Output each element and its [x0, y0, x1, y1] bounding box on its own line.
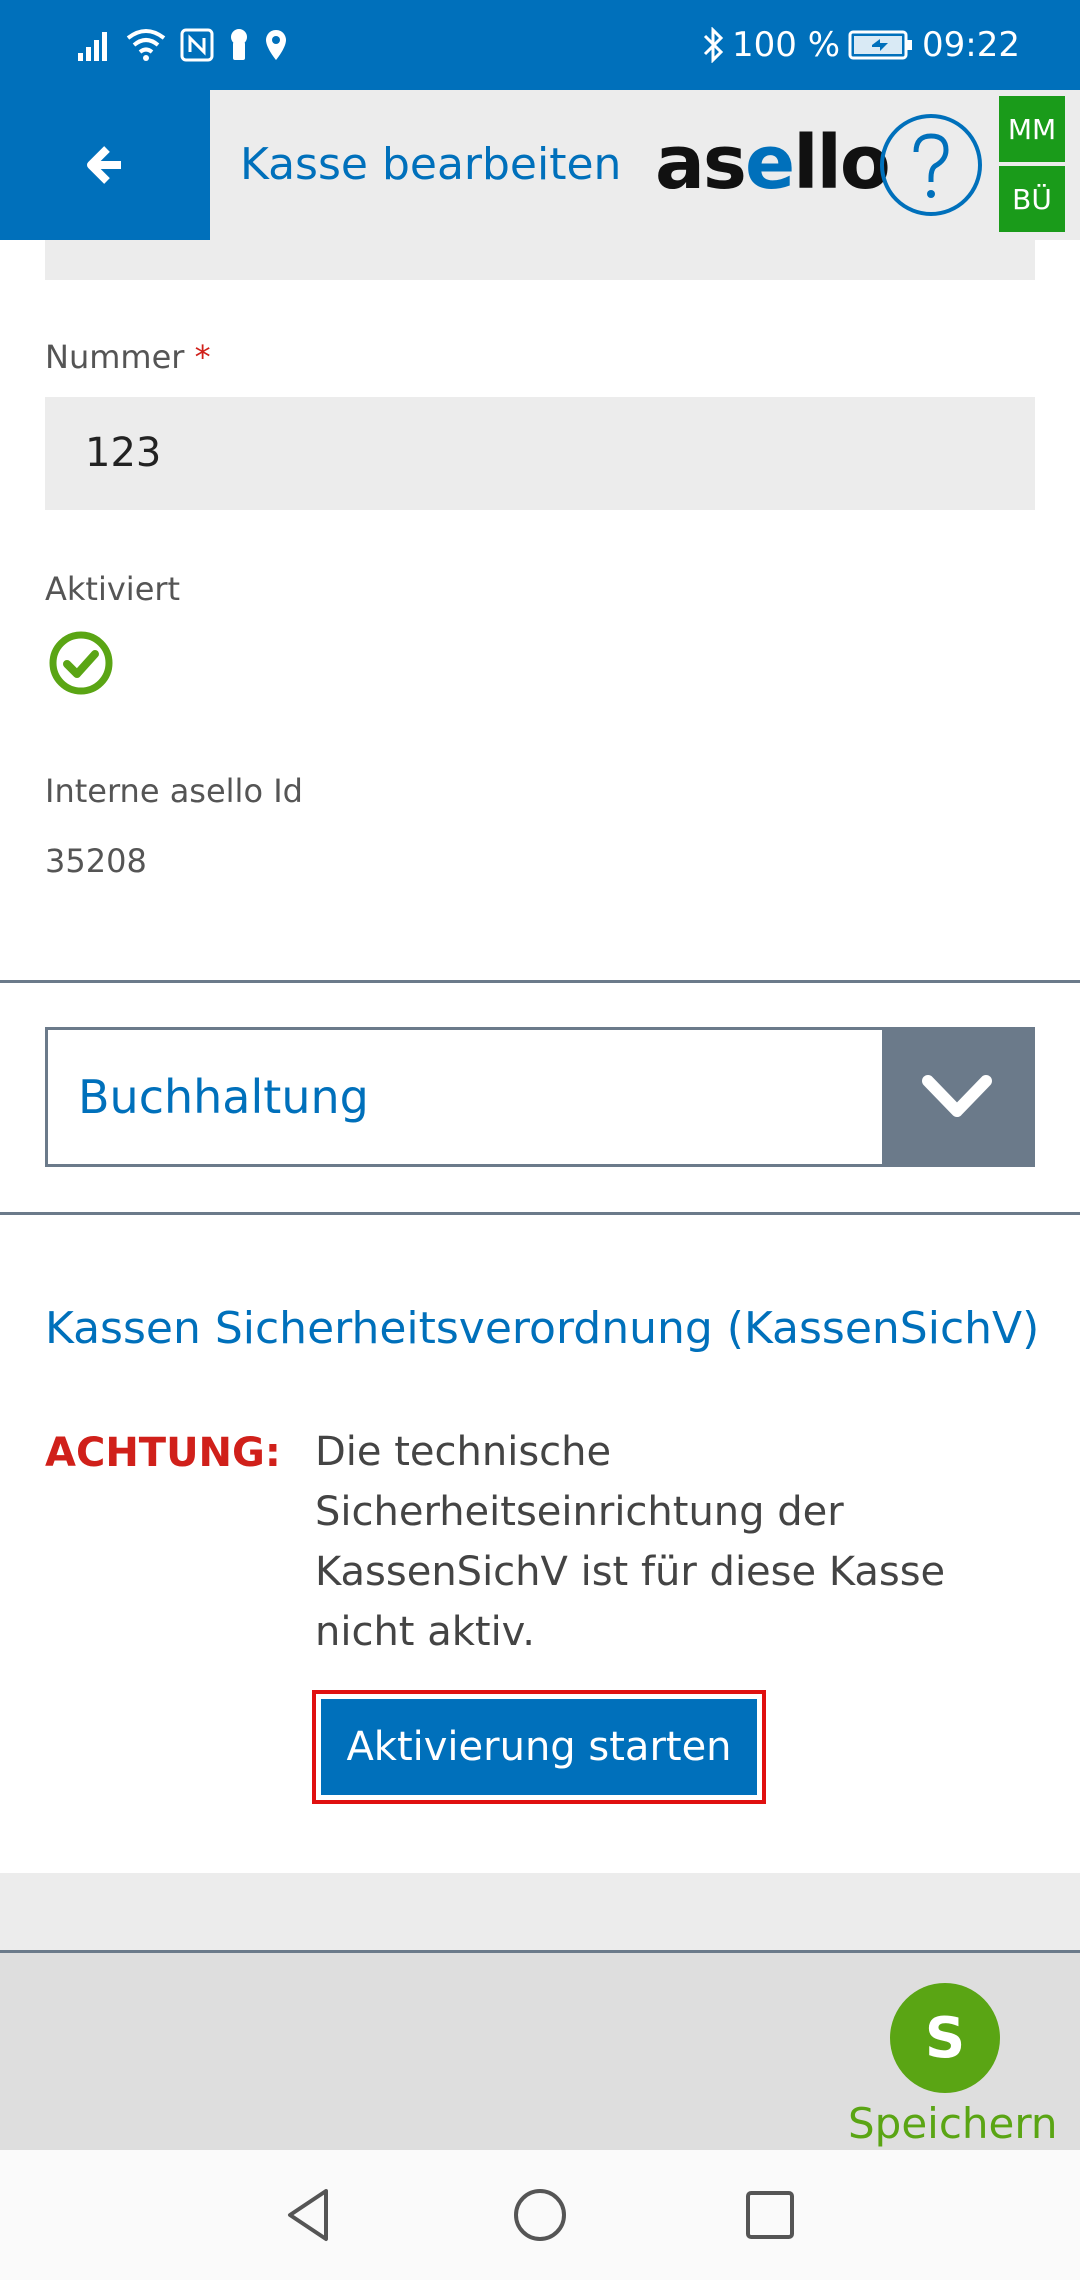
divider — [0, 1212, 1080, 1215]
nummer-label-text: Nummer — [45, 338, 185, 376]
nummer-input[interactable]: 123 — [45, 397, 1035, 510]
battery-icon — [848, 30, 913, 60]
asello-logo: asello — [655, 120, 891, 206]
wifi-icon — [126, 29, 166, 61]
kassensichv-title: Kassen Sicherheitsverordnung (KassenSich… — [45, 1303, 1040, 1354]
bottom-action-bar: S Speichern — [0, 1950, 1080, 2153]
help-icon[interactable] — [878, 112, 984, 218]
required-marker: * — [194, 338, 211, 376]
page-title: Kasse bearbeiten — [240, 139, 622, 190]
status-bar: 100 % 09:22 — [0, 0, 1080, 90]
user-badge-mm[interactable]: MM — [999, 96, 1065, 162]
interne-id-label: Interne asello Id — [45, 772, 303, 810]
system-nav-bar — [0, 2150, 1080, 2280]
activate-button-highlight: Aktivierung starten — [312, 1690, 766, 1804]
bluetooth-icon — [703, 27, 724, 63]
divider — [0, 980, 1080, 983]
back-nav-icon[interactable] — [280, 2185, 340, 2245]
back-button[interactable] — [0, 90, 210, 240]
interne-id-value: 35208 — [45, 842, 147, 880]
keyhole-icon — [231, 29, 247, 60]
warning-text: Die technische Sicherheitseinrichtung de… — [315, 1429, 946, 1655]
signal-icon — [78, 32, 107, 61]
chevron-down-icon — [922, 1075, 992, 1117]
save-label[interactable]: Speichern — [848, 2099, 1058, 2148]
battery-percent: 100 % — [732, 25, 841, 65]
activate-button[interactable]: Aktivierung starten — [321, 1699, 757, 1795]
previous-input-field[interactable] — [45, 240, 1035, 280]
location-icon — [266, 30, 286, 60]
user-badge-bu[interactable]: BÜ — [999, 166, 1065, 232]
arrow-left-icon — [87, 146, 121, 184]
recents-nav-icon[interactable] — [740, 2185, 800, 2245]
accordion-toggle[interactable] — [882, 1030, 1032, 1164]
check-circle-icon — [49, 631, 113, 695]
nummer-label: Nummer * — [45, 338, 211, 376]
grey-band — [0, 1873, 1080, 1953]
clock: 09:22 — [922, 25, 1020, 65]
warning-label: ACHTUNG: — [45, 1430, 281, 1476]
accordion-label: Buchhaltung — [78, 1070, 369, 1124]
nfc-icon — [180, 28, 214, 62]
aktiviert-label: Aktiviert — [45, 570, 181, 608]
status-right: 100 % 09:22 — [702, 22, 1020, 68]
home-nav-icon[interactable] — [510, 2185, 570, 2245]
app-bar: Kasse bearbeiten asello MM BÜ — [0, 90, 1080, 240]
status-left-icons — [76, 22, 288, 68]
save-button[interactable]: S — [890, 1983, 1000, 2093]
accordion-buchhaltung[interactable]: Buchhaltung — [45, 1027, 1035, 1167]
